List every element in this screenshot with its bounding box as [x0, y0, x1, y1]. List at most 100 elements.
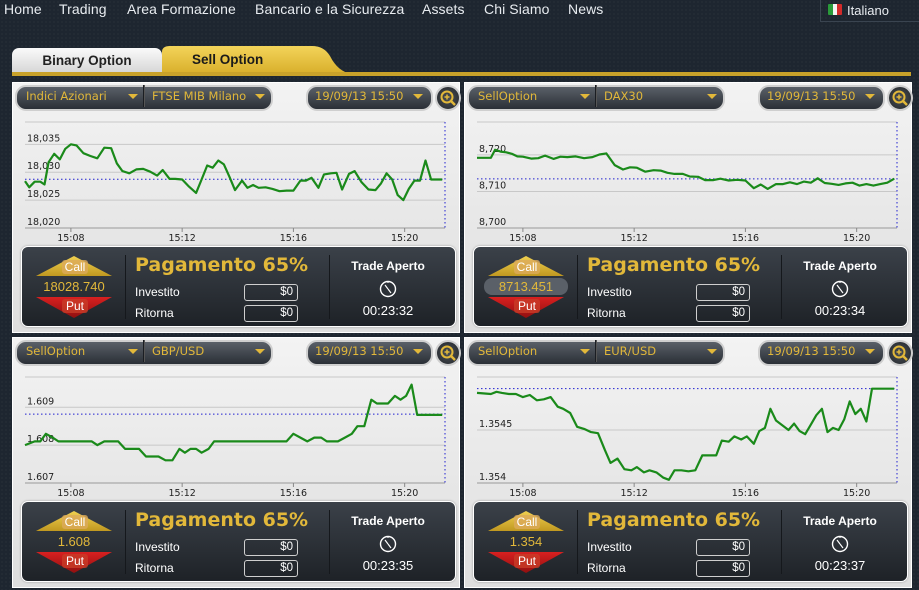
chevron-down-icon	[707, 349, 717, 354]
trade-open-title: Trade Aperto	[803, 259, 877, 273]
current-price: 1.354	[509, 534, 543, 549]
zoom-in-button[interactable]	[435, 85, 461, 111]
return-amount-field[interactable]: $0	[244, 305, 298, 322]
trading-panel-4: SellOption EUR/USD 19/09/13 15:50 1.354 1…	[464, 337, 913, 588]
asset-dropdown[interactable]: DAX30	[604, 85, 643, 107]
call-button[interactable]: Call	[62, 515, 88, 529]
call-button[interactable]: Call	[514, 260, 540, 274]
price-series-line	[476, 387, 895, 481]
trade-box: Call 8713.451 Put Pagamento 65% Investit…	[473, 246, 908, 327]
payout-label: Pagamento 65%	[135, 254, 309, 276]
trade-box: Call 1.608 Put Pagamento 65% Investito $…	[21, 501, 456, 582]
return-label: Ritorna	[587, 306, 626, 320]
nav-bancario-sicurezza[interactable]: Bancario e la Sicurezza	[255, 1, 404, 17]
x-tick-label: 15:08	[509, 488, 536, 498]
call-button[interactable]: Call	[62, 260, 88, 274]
trade-box: Call 18028.740 Put Pagamento 65% Investi…	[21, 246, 456, 327]
tab-binary-option[interactable]: Binary Option	[12, 48, 162, 73]
trading-panel-2: SellOption DAX30 19/09/13 15:50 8,700 8,7…	[464, 82, 913, 333]
x-tick-label: 15:08	[57, 488, 84, 498]
magnifier-plus-icon	[440, 90, 456, 106]
dropdown-separator	[143, 85, 145, 107]
put-button[interactable]: Put	[62, 554, 88, 568]
trade-timer: 00:23:34	[814, 303, 866, 318]
x-tick-label: 15:20	[391, 488, 418, 498]
return-label: Ritorna	[587, 561, 626, 575]
put-button[interactable]: Put	[514, 299, 540, 313]
trading-panel-3: SellOption GBP/USD 19/09/13 15:50 1.607 1…	[12, 337, 461, 588]
return-amount-field[interactable]: $0	[696, 305, 750, 322]
datetime-dropdown[interactable]: 19/09/13 15:50	[315, 85, 403, 107]
x-tick-label: 15:16	[732, 488, 759, 498]
zoom-in-button[interactable]	[887, 85, 913, 111]
invested-amount-field[interactable]: $0	[244, 539, 298, 556]
category-dropdown[interactable]: Indici Azionari	[26, 85, 107, 107]
chevron-down-icon	[128, 94, 138, 99]
clock-icon	[831, 535, 849, 553]
current-price: 8713.451	[484, 278, 568, 295]
nav-news[interactable]: News	[568, 1, 603, 17]
italy-flag-icon	[828, 4, 842, 15]
invested-amount-field[interactable]: $0	[696, 284, 750, 301]
y-tick-label: 8,700	[479, 217, 506, 228]
zoom-in-button[interactable]	[435, 340, 461, 366]
y-tick-label: 1.3545	[479, 419, 512, 430]
y-tick-label: 18,025	[27, 189, 60, 200]
x-tick-label: 15:12	[168, 233, 195, 243]
asset-dropdown[interactable]: GBP/USD	[152, 340, 204, 362]
language-selector[interactable]: Italiano	[820, 0, 919, 22]
dropdown-separator	[595, 85, 597, 107]
put-button[interactable]: Put	[514, 554, 540, 568]
trade-open-title: Trade Aperto	[351, 259, 425, 273]
chevron-down-icon	[580, 94, 590, 99]
tab-sell-option[interactable]: Sell Option	[162, 46, 352, 74]
trade-box: Call 1.354 Put Pagamento 65% Investito $…	[473, 501, 908, 582]
x-tick-label: 15:08	[509, 233, 536, 243]
nav-home[interactable]: Home	[4, 1, 42, 17]
datetime-dropdown[interactable]: 19/09/13 15:50	[315, 340, 403, 362]
put-button[interactable]: Put	[62, 299, 88, 313]
chevron-down-icon	[128, 349, 138, 354]
category-dropdown[interactable]: SellOption	[26, 340, 85, 362]
magnifier-plus-icon	[892, 345, 908, 361]
category-dropdown[interactable]: SellOption	[478, 340, 537, 362]
return-amount-field[interactable]: $0	[696, 560, 750, 577]
payout-label: Pagamento 65%	[587, 509, 761, 531]
nav-area-formazione[interactable]: Area Formazione	[127, 1, 236, 17]
payout-label: Pagamento 65%	[135, 509, 309, 531]
divider	[577, 255, 578, 319]
panel-header: SellOption EUR/USD 19/09/13 15:50	[467, 340, 913, 366]
invested-label: Investito	[587, 285, 632, 299]
call-put-control: Call 18028.740 Put	[34, 255, 114, 319]
datetime-dropdown[interactable]: 19/09/13 15:50	[767, 340, 855, 362]
current-price: 18028.740	[43, 279, 105, 294]
x-tick-label: 15:12	[168, 488, 195, 498]
y-tick-label: 18,020	[27, 217, 60, 228]
return-amount-field[interactable]: $0	[244, 560, 298, 577]
invested-amount-field[interactable]: $0	[244, 284, 298, 301]
clock-icon	[831, 280, 849, 298]
trade-open-title: Trade Aperto	[803, 514, 877, 528]
panel-header: Indici Azionari FTSE MIB Milano 19/09/13…	[15, 85, 461, 111]
datetime-dropdown[interactable]: 19/09/13 15:50	[767, 85, 855, 107]
clock-icon	[379, 280, 397, 298]
call-put-control: Call 1.608 Put	[34, 510, 114, 574]
asset-dropdown[interactable]: FTSE MIB Milano	[152, 85, 246, 107]
return-label: Ritorna	[135, 561, 174, 575]
zoom-in-button[interactable]	[887, 340, 913, 366]
y-tick-label: 1.354	[479, 472, 506, 483]
call-button[interactable]: Call	[514, 515, 540, 529]
asset-dropdown[interactable]: EUR/USD	[604, 340, 656, 362]
nav-chi-siamo[interactable]: Chi Siamo	[484, 1, 549, 17]
nav-trading[interactable]: Trading	[59, 1, 107, 17]
category-dropdown[interactable]: SellOption	[478, 85, 537, 107]
invested-amount-field[interactable]: $0	[696, 539, 750, 556]
panel-header: SellOption GBP/USD 19/09/13 15:50	[15, 340, 461, 366]
divider	[125, 255, 126, 319]
dropdown-separator	[595, 340, 597, 362]
nav-assets[interactable]: Assets	[422, 1, 465, 17]
price-chart-3: 1.6071.6081.60915:08 15:12 15:16 15:20	[24, 376, 446, 498]
price-series-line	[24, 383, 443, 462]
x-tick-label: 15:20	[843, 488, 870, 498]
y-tick-label: 1.609	[27, 396, 54, 407]
